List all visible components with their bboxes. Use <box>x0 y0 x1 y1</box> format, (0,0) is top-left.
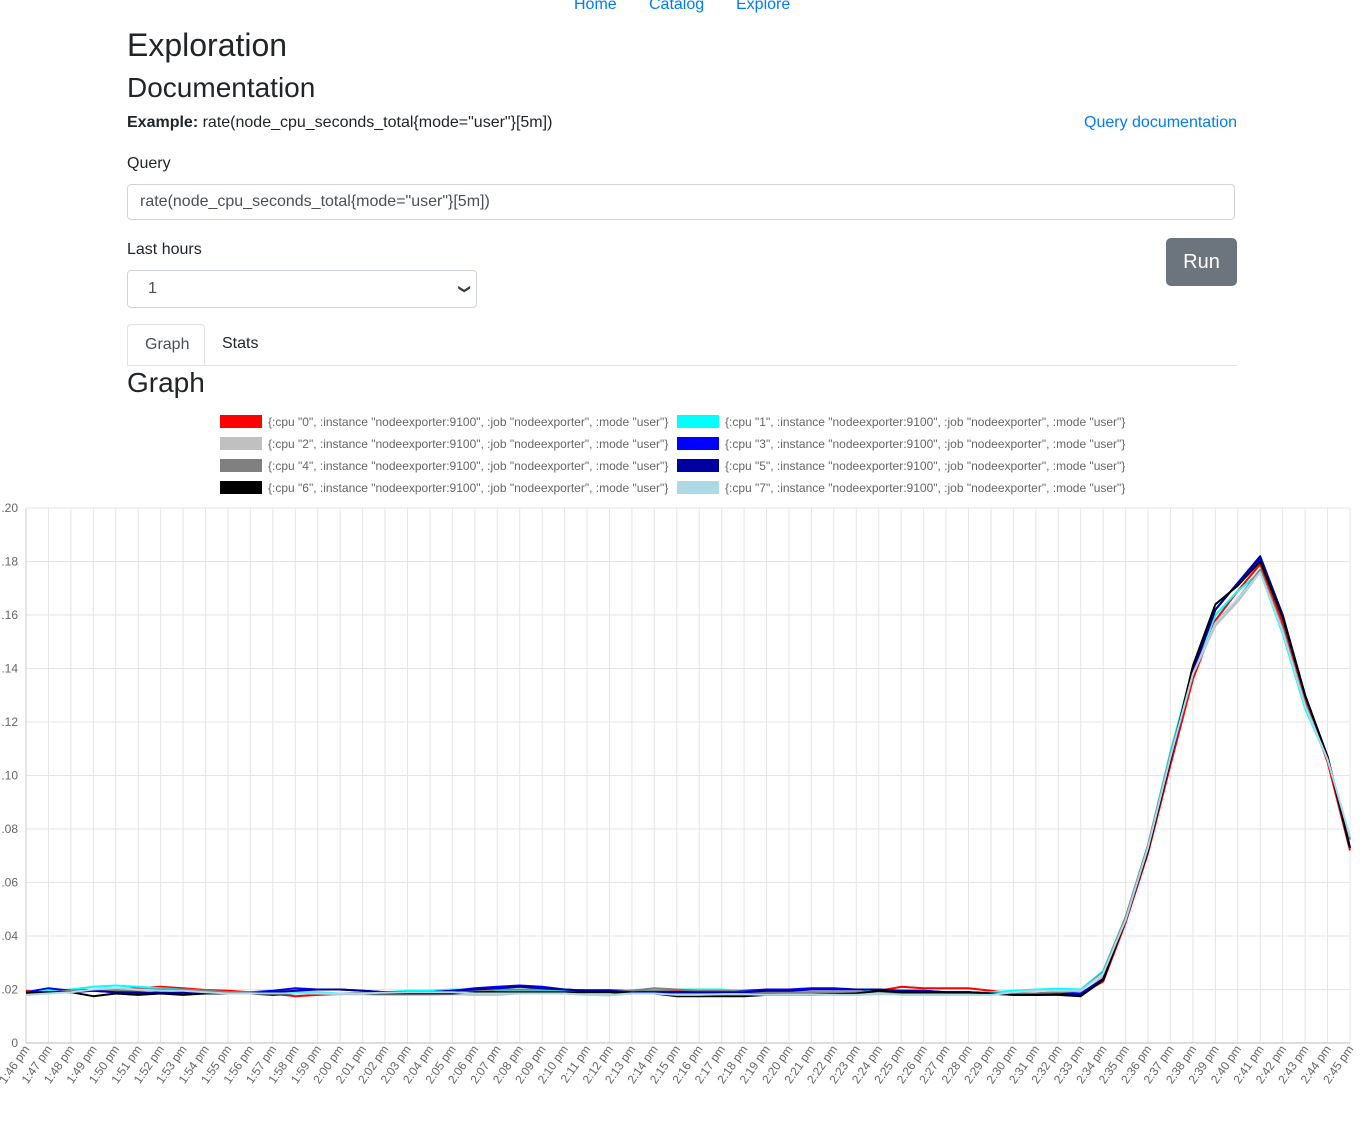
y-tick-label: .18 <box>1 555 18 569</box>
query-input[interactable] <box>127 184 1235 220</box>
example-line: Example: rate(node_cpu_seconds_total{mod… <box>127 114 552 132</box>
nav-explore-link[interactable]: Explore <box>736 0 790 14</box>
legend-label: {:cpu "1", :instance "nodeexporter:9100"… <box>725 415 1126 429</box>
top-nav: Home Catalog Explore <box>0 0 1360 16</box>
query-label: Query <box>127 155 171 172</box>
example-label: Example: <box>127 114 199 131</box>
last-hours-label: Last hours <box>127 241 202 258</box>
legend-label: {:cpu "5", :instance "nodeexporter:9100"… <box>725 459 1126 473</box>
graph-heading: Graph <box>127 367 205 398</box>
y-tick-label: .20 <box>1 501 18 515</box>
last-hours-select[interactable]: 1 ❯ <box>127 270 477 308</box>
y-tick-label: .16 <box>1 608 18 622</box>
chevron-down-icon: ❯ <box>457 283 472 295</box>
nav-home-link[interactable]: Home <box>574 0 617 14</box>
legend-swatch <box>677 437 719 450</box>
page-title: Exploration <box>127 27 288 63</box>
y-tick-label: .06 <box>1 876 18 890</box>
legend-swatch <box>220 415 262 428</box>
last-hours-value: 1 <box>148 280 157 297</box>
legend-label: {:cpu "0", :instance "nodeexporter:9100"… <box>268 415 669 429</box>
legend-label: {:cpu "2", :instance "nodeexporter:9100"… <box>268 437 669 451</box>
legend-label: {:cpu "7", :instance "nodeexporter:9100"… <box>725 481 1126 495</box>
query-documentation-link[interactable]: Query documentation <box>1084 114 1237 132</box>
y-tick-label: .04 <box>1 929 18 943</box>
example-query: rate(node_cpu_seconds_total{mode="user"}… <box>202 114 553 131</box>
series-line <box>25 557 1351 995</box>
y-tick-label: .08 <box>1 822 18 836</box>
y-tick-label: .02 <box>1 983 18 997</box>
series-line <box>25 563 1351 998</box>
run-button[interactable]: Run <box>1166 238 1237 286</box>
y-tick-label: .14 <box>1 662 18 676</box>
tab-bar: Graph Stats <box>127 324 1237 366</box>
series-line <box>26 560 1351 998</box>
tab-stats[interactable]: Stats <box>205 324 275 365</box>
legend-swatch <box>677 459 719 472</box>
legend-swatch <box>220 481 262 494</box>
nav-catalog-link[interactable]: Catalog <box>649 0 704 14</box>
series-line <box>26 571 1351 997</box>
documentation-heading: Documentation <box>127 72 316 103</box>
y-tick-label: .12 <box>1 715 18 729</box>
legend-swatch <box>220 459 262 472</box>
tab-graph[interactable]: Graph <box>127 324 205 365</box>
legend-label: {:cpu "4", :instance "nodeexporter:9100"… <box>268 459 669 473</box>
legend-swatch <box>677 481 719 494</box>
series-line <box>25 571 1351 996</box>
series-line <box>25 568 1351 995</box>
y-tick-label: .10 <box>1 769 18 783</box>
legend-label: {:cpu "6", :instance "nodeexporter:9100"… <box>268 481 669 495</box>
line-chart: .20.18.16.14.12.10.08.06.04.0201:46 pm1:… <box>0 501 1356 1086</box>
legend-swatch <box>677 415 719 428</box>
legend-swatch <box>220 437 262 450</box>
series-line <box>25 571 1351 995</box>
legend-label: {:cpu "3", :instance "nodeexporter:9100"… <box>725 437 1126 451</box>
